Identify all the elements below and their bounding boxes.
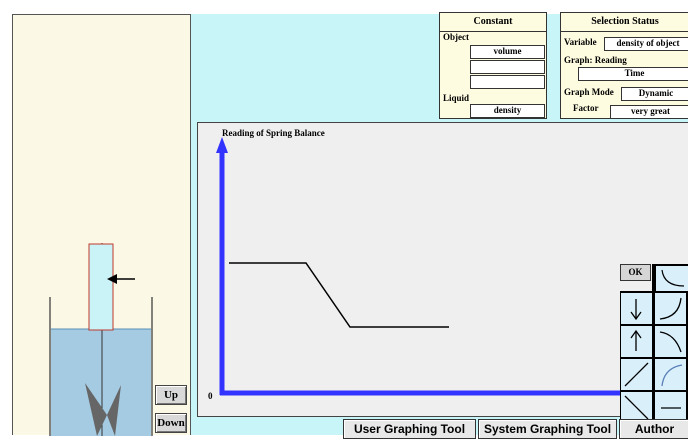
- system-graphing-tool-button[interactable]: System Graphing Tool: [478, 419, 617, 439]
- constant-title: Constant: [440, 13, 546, 32]
- ok-button[interactable]: OK: [620, 264, 651, 281]
- liquid-label: Liquid: [443, 93, 470, 103]
- object-label: Object: [443, 32, 469, 42]
- object-field-2[interactable]: [470, 60, 545, 74]
- object-field-3[interactable]: [470, 75, 545, 89]
- constant-panel: Constant Object volume Liquid density: [439, 12, 547, 119]
- object-field-1[interactable]: volume: [470, 45, 545, 59]
- status-title: Selection Status: [561, 13, 688, 32]
- down-button[interactable]: Down: [155, 413, 187, 433]
- increasing-line-icon[interactable]: [621, 359, 652, 390]
- graph-panel[interactable]: Reading of Spring Balance 0: [197, 122, 688, 417]
- variable-field[interactable]: density of object: [604, 37, 688, 51]
- up-arrow-icon[interactable]: [621, 326, 652, 357]
- factor-field[interactable]: very great: [610, 105, 688, 119]
- author-button[interactable]: Author: [619, 419, 688, 439]
- user-graphing-tool-button[interactable]: User Graphing Tool: [343, 419, 476, 439]
- selection-status-panel: Selection Status Variable density of obj…: [560, 12, 688, 119]
- beaker-scene: [49, 243, 153, 436]
- graph-reading-label: Graph: Reading: [564, 55, 627, 65]
- concave-increasing-curve-icon[interactable]: [655, 359, 686, 390]
- graph-tool-palette: [620, 291, 688, 426]
- graph-reading-field[interactable]: Time: [578, 67, 688, 81]
- graph-mode-field[interactable]: Dynamic: [621, 87, 688, 101]
- y-axis-arrowhead: [216, 137, 228, 153]
- palette-top-strip: [652, 264, 688, 291]
- up-button[interactable]: Up: [155, 385, 187, 405]
- graph-title: Reading of Spring Balance: [222, 128, 325, 138]
- concave-decreasing-curve-2-icon[interactable]: [655, 326, 686, 357]
- factor-label: Factor: [573, 103, 599, 113]
- down-arrow-icon[interactable]: [621, 293, 652, 324]
- simulation-panel: [12, 14, 191, 436]
- graph-canvas: [216, 137, 688, 396]
- graph-mode-label: Graph Mode: [564, 87, 614, 97]
- variable-label: Variable: [564, 37, 597, 47]
- convex-increasing-curve-icon[interactable]: [655, 293, 686, 324]
- liquid-field[interactable]: density: [470, 104, 545, 118]
- graph-origin-label: 0: [208, 391, 213, 401]
- reading-graph-line: [229, 262, 449, 328]
- concave-decreasing-curve-icon[interactable]: [656, 266, 688, 291]
- object-block: [88, 243, 114, 331]
